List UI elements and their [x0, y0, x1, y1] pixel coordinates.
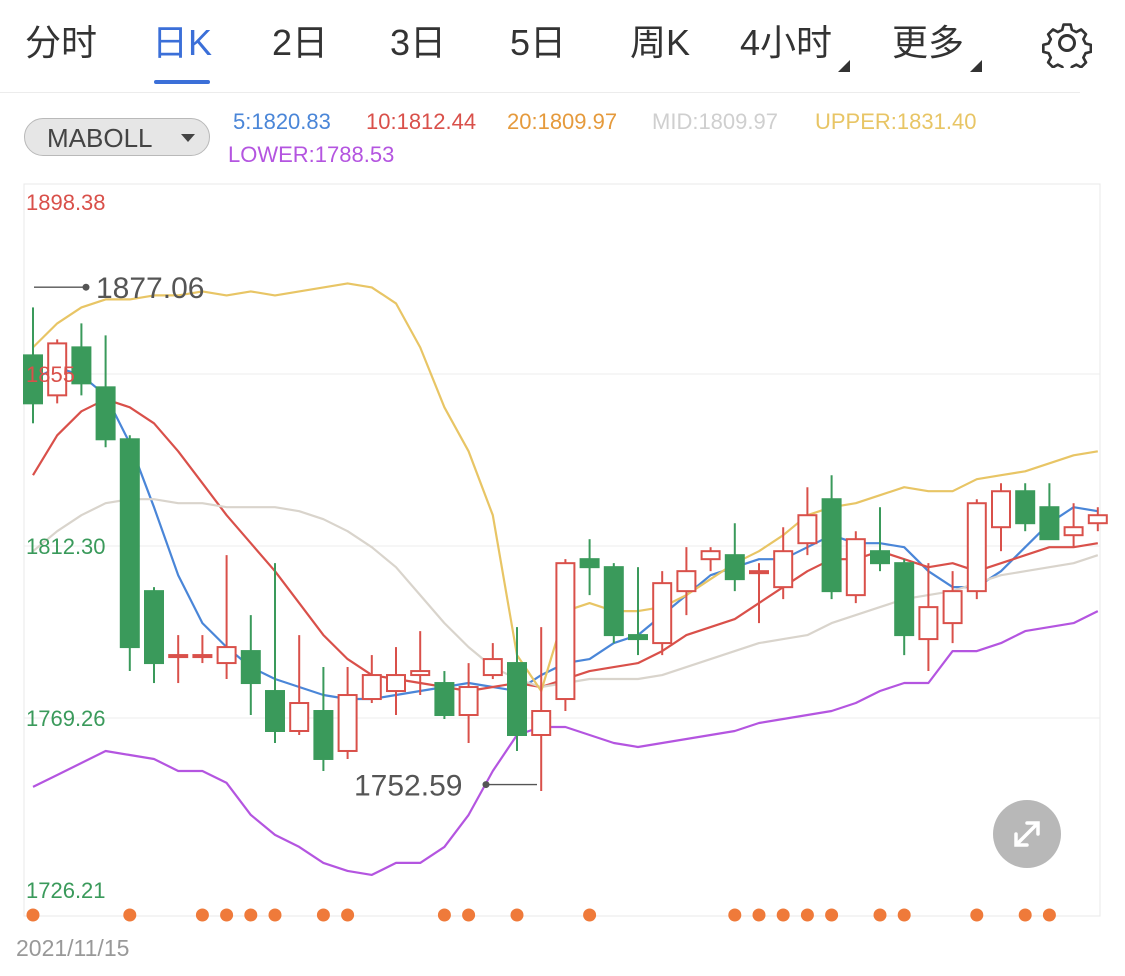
y-axis-label: 1812.30	[26, 534, 106, 559]
low-marker-label: 1752.59	[354, 770, 462, 803]
candle-body-up	[652, 582, 673, 645]
candle-body-up	[337, 694, 358, 752]
candle-body-up	[966, 502, 987, 593]
candle-body-up	[797, 514, 818, 545]
signal-dot	[341, 908, 355, 922]
candle-body-up	[192, 654, 213, 659]
signal-dot	[220, 908, 234, 922]
signal-dot	[873, 908, 887, 922]
candle-body-up	[1087, 514, 1108, 525]
signal-dot	[800, 908, 814, 922]
candle-body-up	[676, 570, 697, 593]
signal-dot	[26, 908, 40, 922]
candle-body-down	[507, 662, 527, 736]
expand-chart-button[interactable]	[993, 800, 1061, 868]
candle-body-up	[289, 702, 310, 732]
candle-body-up	[386, 674, 406, 693]
candle-body-down	[144, 590, 164, 665]
candle-body-up	[482, 658, 503, 677]
signal-dot	[776, 908, 790, 922]
candle-body-down	[95, 386, 116, 441]
signal-dot	[195, 908, 209, 922]
y-axis-label: 1855	[26, 362, 75, 387]
candle-body-down	[894, 562, 915, 637]
y-axis-label: 1726.21	[26, 878, 106, 903]
candle-body-up	[216, 646, 237, 665]
signal-dot	[825, 908, 839, 922]
signal-dot	[437, 908, 451, 922]
candle-body-up	[700, 550, 721, 561]
signal-dot	[728, 908, 742, 922]
candle-body-down	[628, 634, 648, 641]
candle-body-up	[168, 654, 189, 659]
signal-dot	[268, 908, 282, 922]
high-marker-label: 1877.06	[96, 272, 204, 305]
candle-body-up	[531, 710, 552, 736]
high-marker-dot	[82, 283, 90, 291]
expand-icon	[1014, 821, 1040, 847]
candle-body-up	[458, 686, 479, 717]
candle-body-up	[942, 590, 963, 625]
candlestick-chart[interactable]: 1898.38 1855 1812.30 1769.26 1726.21 1877.06 1…	[0, 0, 1125, 976]
signal-dot	[970, 908, 984, 922]
signal-dot	[123, 908, 137, 922]
candle-body-down	[870, 550, 890, 565]
candle-body-down	[821, 498, 842, 593]
signal-dot	[583, 908, 597, 922]
signal-dot	[462, 908, 476, 922]
candle-body-up	[749, 570, 769, 575]
candle-body-up	[410, 670, 431, 677]
candle-body-up	[845, 538, 866, 597]
candle-body-down	[724, 554, 745, 581]
signal-dot	[752, 908, 766, 922]
signal-dot	[897, 908, 911, 922]
candle-body-down	[603, 566, 624, 637]
candle-body-down	[1015, 490, 1036, 525]
candle-body-down	[119, 438, 140, 649]
y-axis-label: 1769.26	[26, 706, 106, 731]
signal-dot	[510, 908, 524, 922]
candle-body-down	[71, 346, 92, 385]
signal-dot	[1018, 908, 1032, 922]
signal-dot	[316, 908, 330, 922]
x-axis-start-date: 2021/11/15	[16, 935, 130, 961]
candle-body-down	[579, 558, 600, 569]
low-marker-dot	[482, 781, 490, 789]
candle-body-up	[773, 550, 794, 589]
candle-body-up	[918, 606, 939, 641]
signal-dot	[1042, 908, 1056, 922]
y-axis-label: 1898.38	[26, 190, 106, 215]
candle-body-down	[240, 650, 261, 685]
signal-dot	[244, 908, 258, 922]
candle-body-down	[434, 682, 455, 717]
candle-body-up	[1063, 526, 1084, 537]
candle-body-up	[361, 674, 382, 701]
candle-body-up	[555, 562, 576, 701]
candle-body-up	[991, 490, 1011, 529]
candle-body-down	[1039, 506, 1060, 541]
candle-body-down	[313, 710, 334, 760]
candle-body-down	[265, 690, 285, 732]
